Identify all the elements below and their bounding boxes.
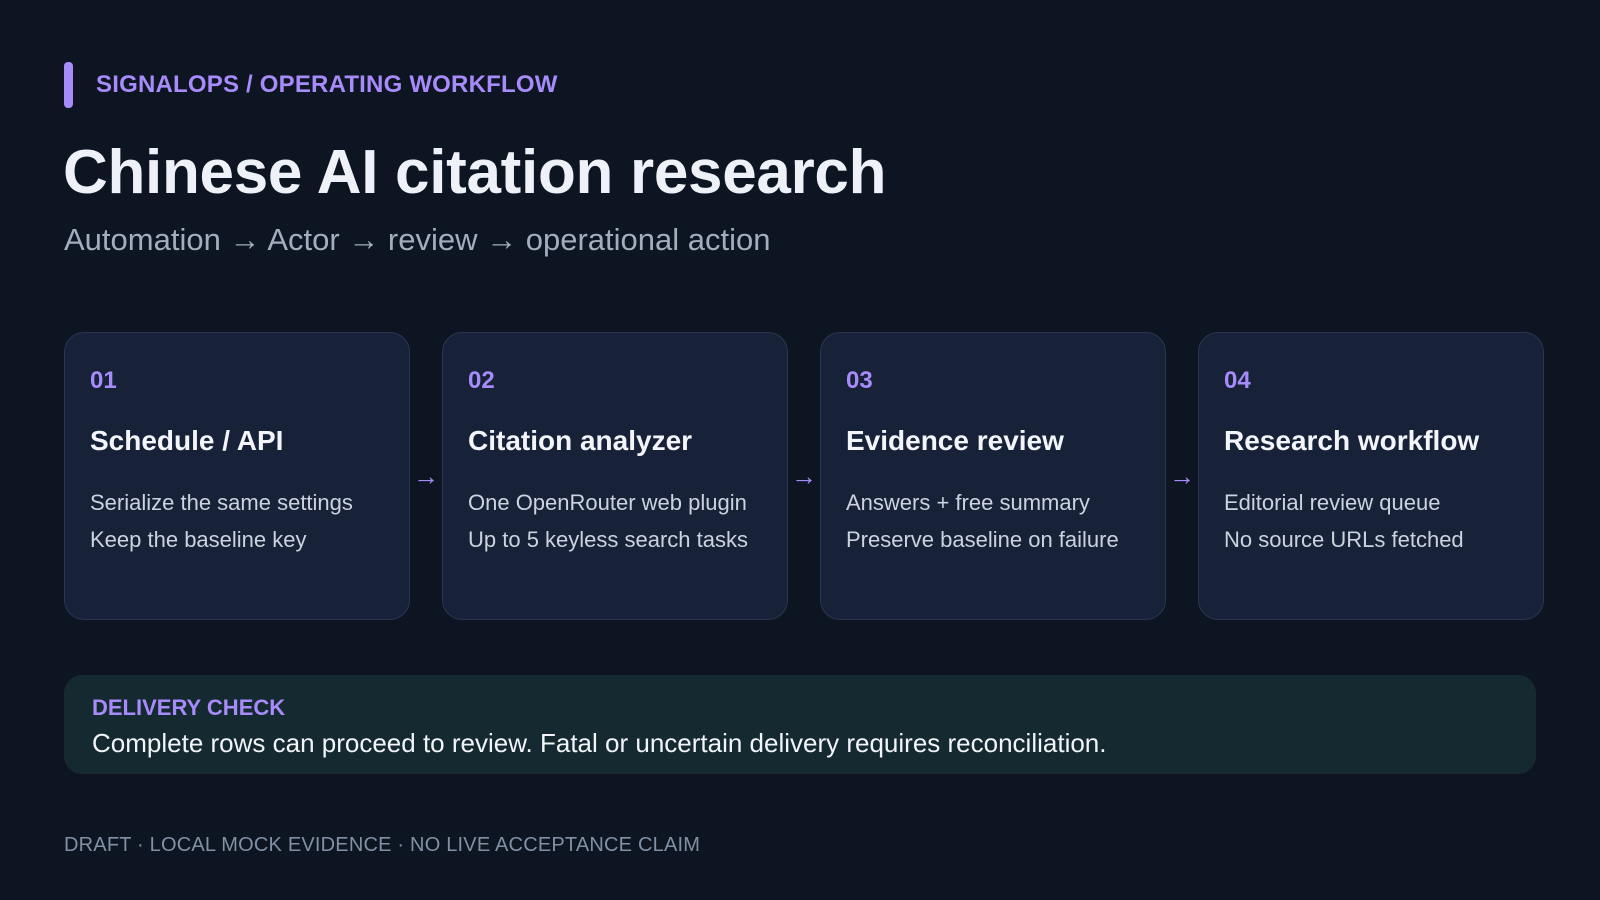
step-number: 02 — [468, 367, 495, 394]
arrow-right-icon: → — [413, 460, 439, 491]
step-card-evidence-review: 03 Evidence review Answers + free summar… — [820, 332, 1166, 620]
step-detail: Keep the baseline key — [90, 527, 307, 552]
step-detail: Answers + free summary — [846, 490, 1090, 515]
arrow-right-icon: → — [791, 460, 817, 491]
delivery-check-label: DELIVERY CHECK — [92, 695, 286, 720]
step-title: Research workflow — [1224, 425, 1480, 456]
workflow-steps: 01 Schedule / API Serialize the same set… — [64, 332, 1544, 620]
step-detail: One OpenRouter web plugin — [468, 490, 747, 515]
step-number: 03 — [846, 367, 873, 394]
eyebrow: SIGNALOPS / OPERATING WORKFLOW — [64, 62, 558, 108]
footer-note: DRAFT · LOCAL MOCK EVIDENCE · NO LIVE AC… — [64, 834, 701, 856]
step-detail: Serialize the same settings — [90, 490, 353, 515]
delivery-check-text: Complete rows can proceed to review. Fat… — [92, 728, 1107, 758]
delivery-check-panel: DELIVERY CHECK Complete rows can proceed… — [64, 675, 1536, 774]
step-card-research-workflow: 04 Research workflow Editorial review qu… — [1198, 332, 1544, 620]
step-card-citation-analyzer: 02 Citation analyzer One OpenRouter web … — [442, 332, 788, 620]
eyebrow-text: SIGNALOPS / OPERATING WORKFLOW — [96, 71, 558, 98]
step-card-schedule-api: 01 Schedule / API Serialize the same set… — [64, 332, 410, 620]
page-title: Chinese AI citation research — [63, 138, 887, 207]
step-number: 01 — [90, 367, 117, 394]
accent-bar — [64, 62, 73, 108]
step-detail: Preserve baseline on failure — [846, 527, 1119, 552]
step-detail: Editorial review queue — [1224, 490, 1441, 515]
step-detail: Up to 5 keyless search tasks — [468, 527, 749, 552]
step-detail: No source URLs fetched — [1224, 527, 1464, 552]
arrow-right-icon: → — [1169, 460, 1195, 491]
step-title: Citation analyzer — [468, 425, 693, 456]
step-title: Schedule / API — [90, 425, 284, 456]
page-subtitle: Automation → Actor → review → operationa… — [64, 222, 771, 257]
step-title: Evidence review — [846, 425, 1064, 456]
step-number: 04 — [1224, 367, 1251, 394]
